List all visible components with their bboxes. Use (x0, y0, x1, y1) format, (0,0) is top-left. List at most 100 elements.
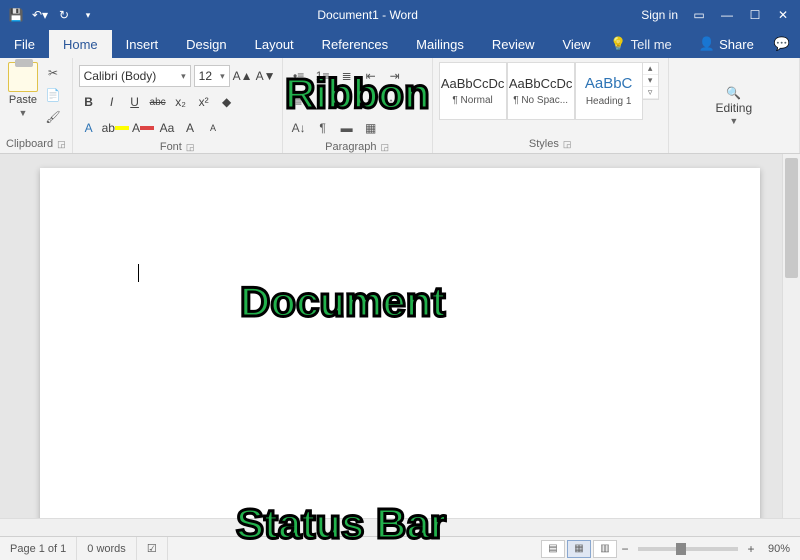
style-heading-1[interactable]: AaBbCHeading 1 (575, 62, 643, 120)
minimize-icon[interactable]: ― (720, 8, 734, 22)
editing-menu[interactable]: 🔍 Editing ▼ (715, 86, 752, 126)
italic-button[interactable]: I (102, 92, 122, 112)
underline-button[interactable]: U (125, 92, 145, 112)
status-page[interactable]: Page 1 of 1 (0, 537, 77, 560)
ribbon-display-options-icon[interactable]: ▭ (692, 8, 706, 22)
group-font: Calibri (Body)▾ 12▾ A▲ A▼ B I U abc x₂ x… (73, 58, 283, 153)
tab-file[interactable]: File (0, 30, 49, 58)
show-marks-icon[interactable]: ¶ (313, 118, 333, 138)
zoom-in-button[interactable]: + (744, 542, 758, 556)
expand-icon[interactable]: ▿ (643, 87, 658, 99)
document-page[interactable] (40, 168, 760, 536)
chevron-down-icon: ▼ (19, 108, 28, 118)
decrease-indent-icon[interactable]: ⇤ (361, 66, 381, 86)
shading-icon[interactable]: ▬ (337, 118, 357, 138)
paste-icon (8, 62, 38, 92)
qat-customize-icon[interactable]: ▾ (80, 7, 96, 23)
vertical-scrollbar[interactable] (782, 154, 800, 536)
find-icon: 🔍 (726, 86, 741, 100)
style-normal[interactable]: AaBbCcDc¶ Normal (439, 62, 507, 120)
horizontal-scrollbar[interactable] (0, 518, 800, 536)
close-icon[interactable]: ✕ (776, 8, 790, 22)
tell-me[interactable]: 💡Tell me (604, 30, 677, 58)
chevron-up-icon[interactable]: ▴ (643, 63, 658, 75)
tab-design[interactable]: Design (172, 30, 240, 58)
increase-indent-icon[interactable]: ⇥ (385, 66, 405, 86)
paste-button[interactable]: Paste ▼ (6, 62, 40, 118)
highlight-button[interactable]: ab (102, 118, 129, 138)
multilevel-icon[interactable]: ≣ (337, 66, 357, 86)
group-label: Clipboard (6, 138, 53, 150)
cut-icon[interactable]: ✂ (44, 64, 62, 82)
title-bar: 💾 ↶▾ ↻ ▾ Document1 - Word Sign in ▭ ― ☐ … (0, 0, 800, 30)
document-name: Document1 (317, 8, 378, 22)
borders-icon[interactable]: ▦ (361, 118, 381, 138)
bullets-icon[interactable]: •≡ (289, 66, 309, 86)
align-right-icon[interactable]: ≡ (337, 92, 357, 112)
zoom-slider[interactable] (638, 547, 738, 551)
format-painter-icon[interactable]: 🖌 (44, 108, 62, 126)
view-print-icon[interactable]: ▦ (567, 540, 591, 558)
document-area (0, 154, 800, 536)
sign-in-link[interactable]: Sign in (641, 8, 678, 22)
dialog-launcher-icon[interactable]: ◲ (186, 142, 195, 153)
font-size-combo[interactable]: 12▾ (194, 65, 230, 87)
bold-button[interactable]: B (79, 92, 99, 112)
grow-font-icon[interactable]: A▲ (233, 66, 253, 86)
text-effects-button[interactable]: A (79, 118, 99, 138)
share-button[interactable]: 👤Share (689, 30, 764, 58)
group-paragraph: •≡ 1≡ ≣ ⇤ ⇥ ≡ ≡ ≡ ≡ ↕≡ A↓ ¶ ▬ ▦ Paragrap… (283, 58, 433, 153)
sort-icon[interactable]: A↓ (289, 118, 309, 138)
tab-home[interactable]: Home (49, 30, 112, 58)
style-gallery-scroll[interactable]: ▴ ▾ ▿ (643, 62, 659, 100)
scrollbar-thumb[interactable] (785, 158, 798, 278)
share-icon: 👤 (699, 36, 715, 52)
maximize-icon[interactable]: ☐ (748, 8, 762, 22)
chevron-down-icon[interactable]: ▾ (643, 75, 658, 87)
redo-icon[interactable]: ↻ (56, 7, 72, 23)
copy-icon[interactable]: 📄 (44, 86, 62, 104)
numbering-icon[interactable]: 1≡ (313, 66, 333, 86)
superscript-button[interactable]: x² (194, 92, 214, 112)
group-clipboard: Paste ▼ ✂ 📄 🖌 Clipboard ◲ (0, 58, 73, 153)
tab-mailings[interactable]: Mailings (402, 30, 478, 58)
tab-references[interactable]: References (308, 30, 402, 58)
subscript-button[interactable]: x₂ (171, 92, 191, 112)
tab-review[interactable]: Review (478, 30, 549, 58)
chevron-down-icon: ▾ (220, 71, 225, 82)
undo-icon[interactable]: ↶▾ (32, 7, 48, 23)
strikethrough-button[interactable]: abc (148, 92, 168, 112)
dialog-launcher-icon[interactable]: ◲ (57, 139, 66, 150)
view-web-icon[interactable]: ▥ (593, 540, 617, 558)
status-words[interactable]: 0 words (77, 537, 137, 560)
font-color-button[interactable]: A (132, 118, 154, 138)
dialog-launcher-icon[interactable]: ◲ (563, 139, 572, 150)
dialog-launcher-icon[interactable]: ◲ (381, 142, 390, 153)
tab-insert[interactable]: Insert (112, 30, 173, 58)
justify-icon[interactable]: ≡ (361, 92, 381, 112)
comments-icon[interactable]: 💬 (764, 30, 800, 58)
zoom-level[interactable]: 90% (758, 537, 800, 560)
zoom-thumb[interactable] (676, 543, 686, 555)
line-spacing-icon[interactable]: ↕≡ (385, 92, 405, 112)
grow-font2-icon[interactable]: A (180, 118, 200, 138)
font-name-combo[interactable]: Calibri (Body)▾ (79, 65, 191, 87)
ribbon: Paste ▼ ✂ 📄 🖌 Clipboard ◲ Calibri (Body)▾… (0, 58, 800, 154)
group-editing: 🔍 Editing ▼ (669, 58, 800, 153)
shrink-font-icon[interactable]: A▼ (256, 66, 276, 86)
tab-view[interactable]: View (548, 30, 604, 58)
shrink-font2-icon[interactable]: A (203, 118, 223, 138)
view-read-icon[interactable]: ▤ (541, 540, 565, 558)
align-center-icon[interactable]: ≡ (313, 92, 333, 112)
window-title: Document1 - Word (104, 8, 631, 22)
group-label: Font (160, 141, 182, 153)
align-left-icon[interactable]: ≡ (289, 92, 309, 112)
save-icon[interactable]: 💾 (8, 7, 24, 23)
zoom-out-button[interactable]: − (618, 542, 632, 556)
chevron-down-icon: ▼ (729, 116, 738, 126)
clear-format-icon[interactable]: ◆ (217, 92, 237, 112)
style-no-spacing[interactable]: AaBbCcDc¶ No Spac... (507, 62, 575, 120)
status-proofing-icon[interactable]: ☑ (137, 537, 168, 560)
change-case-button[interactable]: Aa (157, 118, 177, 138)
tab-layout[interactable]: Layout (241, 30, 308, 58)
